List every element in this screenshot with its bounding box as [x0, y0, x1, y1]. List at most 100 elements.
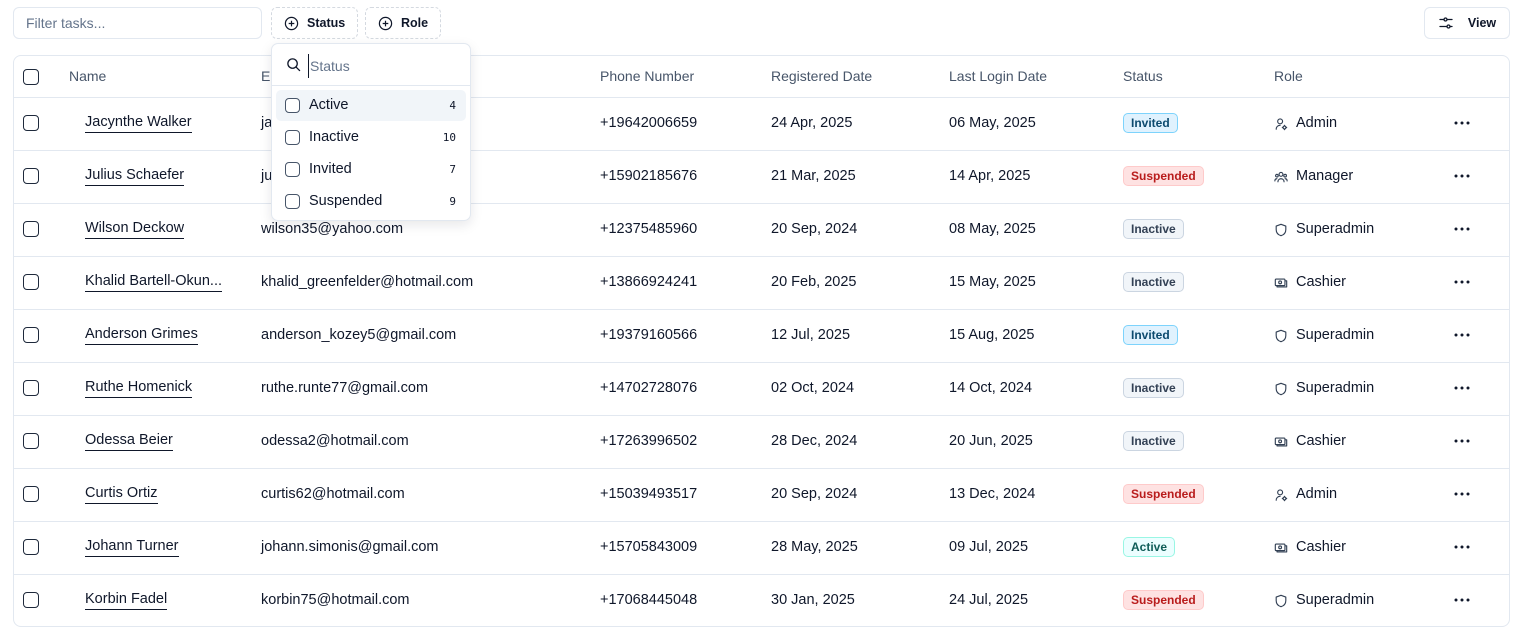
column-header-name[interactable]: Name — [69, 56, 106, 97]
row-actions-button[interactable] — [1451, 484, 1473, 504]
name-cell: Wilson Deckow — [85, 203, 185, 256]
plus-circle-icon — [378, 16, 393, 31]
column-header-phone[interactable]: Phone Number — [600, 56, 694, 97]
row-actions-button[interactable] — [1451, 113, 1473, 133]
shield-icon — [1274, 329, 1288, 343]
name-cell: Odessa Beier — [85, 415, 173, 468]
row-select-checkbox[interactable] — [23, 168, 39, 184]
row-actions-button[interactable] — [1451, 431, 1473, 451]
role-filter-button[interactable]: Role — [365, 7, 442, 39]
status-badge: Suspended — [1123, 590, 1204, 611]
role-cell: Superadmin — [1274, 309, 1374, 362]
row-select-checkbox[interactable] — [23, 486, 39, 502]
status-option-suspended[interactable]: Suspended 9 — [276, 186, 466, 217]
more-horizontal-icon — [1454, 439, 1470, 443]
user-name-link[interactable]: Odessa Beier — [85, 431, 173, 452]
registered-date-cell: 28 May, 2025 — [771, 539, 858, 555]
more-horizontal-icon — [1454, 386, 1470, 390]
row-select-checkbox[interactable] — [23, 221, 39, 237]
more-horizontal-icon — [1454, 174, 1470, 178]
name-cell: Korbin Fadel — [85, 574, 168, 626]
column-header-role[interactable]: Role — [1274, 56, 1303, 97]
row-actions-button[interactable] — [1451, 272, 1473, 292]
status-cell: Inactive — [1123, 362, 1184, 415]
status-option-checkbox[interactable] — [285, 194, 300, 209]
status-filter-label: Status — [307, 16, 346, 30]
email-cell: korbin75@hotmail.com — [261, 592, 410, 608]
phone-cell: +13866924241 — [600, 274, 698, 290]
filter-tasks-input[interactable] — [13, 7, 262, 39]
email-cell: khalid_greenfelder@hotmail.com — [261, 274, 474, 290]
status-filter-button[interactable]: Status — [271, 7, 359, 39]
role-label: Admin — [1296, 486, 1338, 502]
user-name-link[interactable]: Johann Turner — [85, 537, 179, 558]
user-name-link[interactable]: Julius Schaefer — [85, 166, 185, 187]
table-row: Julius Schaefer ju +15902185676 21 Mar, … — [14, 150, 1509, 204]
row-actions-button[interactable] — [1451, 166, 1473, 186]
view-options-button[interactable]: View — [1424, 7, 1510, 39]
status-option-label: Suspended — [309, 193, 383, 209]
shield-icon — [1274, 223, 1288, 237]
registered-date-cell: 24 Apr, 2025 — [771, 115, 853, 131]
user-name-link[interactable]: Curtis Ortiz — [85, 484, 158, 505]
status-badge: Active — [1123, 537, 1176, 558]
user-icon — [1274, 488, 1288, 502]
user-name-link[interactable]: Wilson Deckow — [85, 219, 185, 240]
email-cell: ruthe.runte77@gmail.com — [261, 380, 429, 396]
column-header-status[interactable]: Status — [1123, 56, 1163, 97]
status-search-bar — [272, 44, 470, 86]
row-select-checkbox[interactable] — [23, 592, 39, 608]
row-actions-button[interactable] — [1451, 590, 1473, 610]
name-cell: Johann Turner — [85, 521, 179, 574]
status-badge: Inactive — [1123, 378, 1184, 399]
table-row: Khalid Bartell-Okun... khalid_greenfelde… — [14, 256, 1509, 310]
table-row: Jacynthe Walker ja +19642006659 24 Apr, … — [14, 97, 1509, 151]
name-cell: Curtis Ortiz — [85, 468, 158, 521]
user-name-link[interactable]: Anderson Grimes — [85, 325, 198, 346]
status-option-checkbox[interactable] — [285, 130, 300, 145]
role-cell: Cashier — [1274, 256, 1346, 309]
status-option-checkbox[interactable] — [285, 98, 300, 113]
status-cell: Suspended — [1123, 574, 1204, 626]
status-option-count: 10 — [442, 131, 456, 144]
role-cell: Cashier — [1274, 521, 1346, 574]
status-cell: Active — [1123, 521, 1176, 574]
table-row: Ruthe Homenick ruthe.runte77@gmail.com +… — [14, 362, 1509, 416]
row-select-checkbox[interactable] — [23, 433, 39, 449]
cash-icon — [1274, 276, 1288, 290]
row-select-checkbox[interactable] — [23, 274, 39, 290]
status-option-label: Inactive — [309, 129, 359, 145]
column-header-last-login-date[interactable]: Last Login Date — [949, 56, 1047, 97]
user-icon — [1274, 117, 1288, 131]
more-horizontal-icon — [1454, 598, 1470, 602]
row-select-checkbox[interactable] — [23, 380, 39, 396]
row-actions-button[interactable] — [1451, 219, 1473, 239]
role-label: Cashier — [1296, 433, 1346, 449]
phone-cell: +17068445048 — [600, 592, 698, 608]
user-name-link[interactable]: Ruthe Homenick — [85, 378, 193, 399]
row-select-checkbox[interactable] — [23, 539, 39, 555]
row-actions-button[interactable] — [1451, 325, 1473, 345]
last-login-date-cell: 09 Jul, 2025 — [949, 539, 1029, 555]
row-select-checkbox[interactable] — [23, 115, 39, 131]
status-search-input[interactable] — [308, 54, 462, 78]
role-label: Manager — [1296, 168, 1354, 184]
status-option-active[interactable]: Active 4 — [276, 90, 466, 121]
status-badge: Invited — [1123, 325, 1178, 346]
status-cell: Suspended — [1123, 468, 1204, 521]
users-table: Name Email Phone Number Registered Date … — [13, 55, 1510, 627]
row-select-checkbox[interactable] — [23, 327, 39, 343]
select-all-checkbox[interactable] — [23, 69, 39, 85]
user-name-link[interactable]: Jacynthe Walker — [85, 113, 192, 134]
email-cell: anderson_kozey5@gmail.com — [261, 327, 457, 343]
status-option-checkbox[interactable] — [285, 162, 300, 177]
user-name-link[interactable]: Khalid Bartell-Okun... — [85, 272, 223, 293]
status-option-inactive[interactable]: Inactive 10 — [276, 122, 466, 153]
user-name-link[interactable]: Korbin Fadel — [85, 590, 168, 611]
status-option-count: 9 — [449, 195, 456, 208]
status-option-invited[interactable]: Invited 7 — [276, 154, 466, 185]
row-actions-button[interactable] — [1451, 537, 1473, 557]
column-header-registered-date[interactable]: Registered Date — [771, 56, 872, 97]
status-badge: Suspended — [1123, 484, 1204, 505]
row-actions-button[interactable] — [1451, 378, 1473, 398]
